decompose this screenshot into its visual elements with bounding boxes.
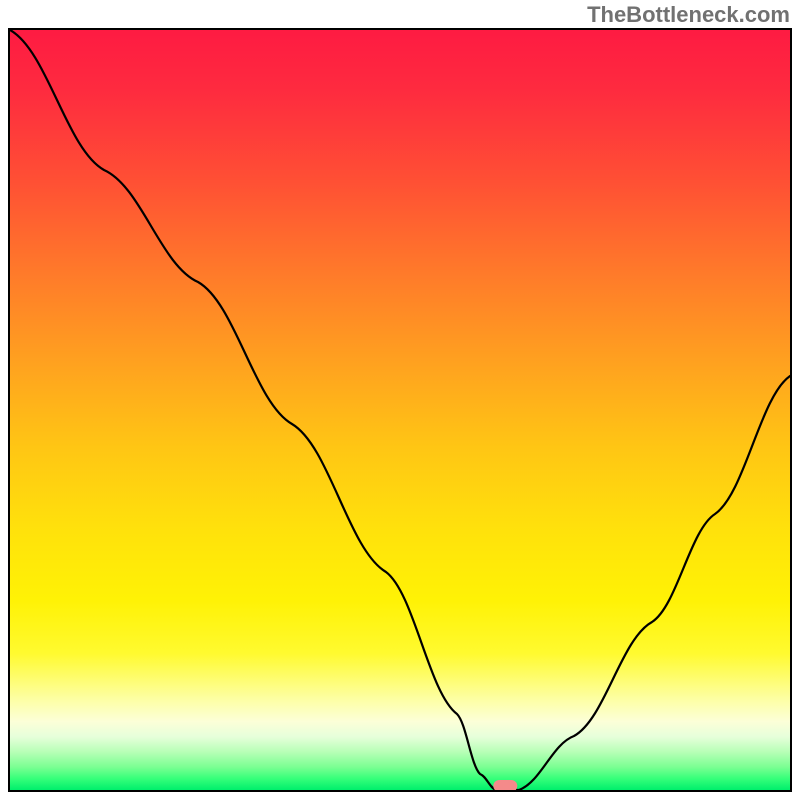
optimal-marker (10, 30, 790, 790)
chart-container: TheBottleneck.com (0, 0, 800, 800)
plot-frame (8, 28, 792, 792)
watermark-label: TheBottleneck.com (587, 2, 790, 28)
